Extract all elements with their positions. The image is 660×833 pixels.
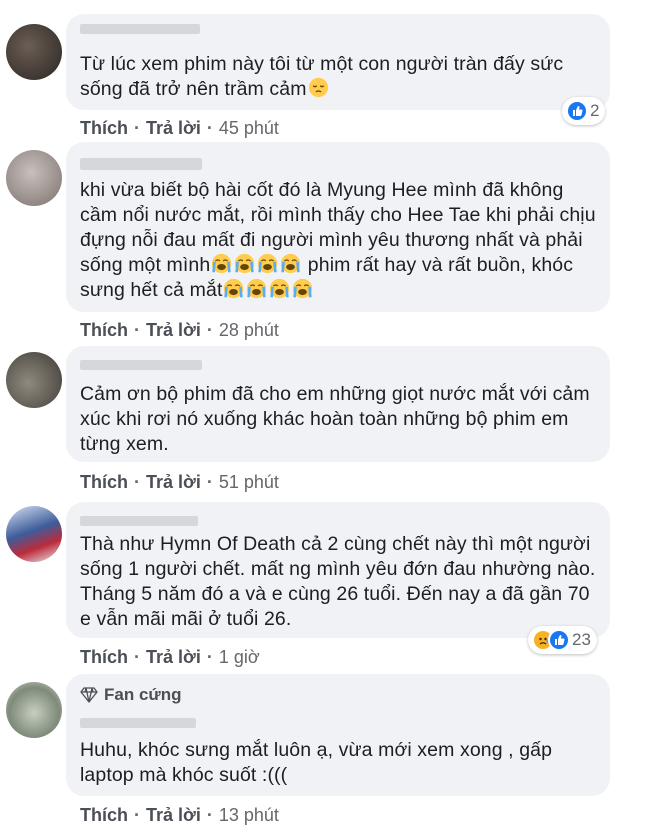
timestamp[interactable]: 13 phút [219, 805, 279, 826]
like-reaction-icon [548, 629, 570, 651]
badge-label: Fan cứng [104, 685, 182, 704]
comment-actions: Thích · Trả lời · 28 phút [80, 318, 279, 342]
commenter-name-redacted [80, 24, 200, 34]
separator: · [206, 117, 213, 138]
avatar[interactable] [6, 352, 62, 408]
diamond-icon [80, 687, 98, 703]
commenter-name-redacted [80, 718, 196, 728]
avatar[interactable] [6, 150, 62, 206]
like-reaction-icon [566, 100, 588, 122]
separator: · [134, 117, 140, 138]
loudly-crying-face-icon [257, 253, 279, 274]
comment-text: Từ lúc xem phim này tôi từ một con người… [80, 53, 564, 100]
like-button[interactable]: Thích [80, 805, 128, 826]
separator: · [134, 804, 140, 825]
avatar[interactable] [6, 506, 62, 562]
reaction-summary[interactable]: 2 [562, 97, 606, 125]
like-button[interactable]: Thích [80, 118, 128, 139]
commenter-name-redacted [80, 516, 198, 526]
comment-text: Thà như Hymn Of Death cả 2 cùng chết này… [80, 533, 596, 630]
comment-bubble: khi vừa biết bộ hài cốt đó là Myung Hee … [66, 142, 610, 312]
like-button[interactable]: Thích [80, 320, 128, 341]
loudly-crying-face-icon [280, 253, 302, 274]
like-button[interactable]: Thích [80, 472, 128, 493]
separator: · [134, 319, 140, 340]
comment-actions: Thích · Trả lời · 45 phút [80, 116, 279, 140]
loudly-crying-face-icon [211, 253, 233, 274]
reply-button[interactable]: Trả lời [146, 320, 201, 341]
reply-button[interactable]: Trả lời [146, 472, 201, 493]
commenter-name-redacted [80, 158, 202, 170]
commenter-name-redacted [80, 360, 202, 370]
timestamp[interactable]: 1 giờ [219, 647, 260, 668]
separator: · [134, 471, 140, 492]
comment-bubble: Từ lúc xem phim này tôi từ một con người… [66, 14, 610, 110]
loudly-crying-face-icon [223, 278, 245, 299]
separator: · [134, 646, 140, 667]
reaction-count: 2 [590, 101, 600, 120]
reply-button[interactable]: Trả lời [146, 805, 201, 826]
avatar[interactable] [6, 682, 62, 738]
top-fan-badge[interactable]: Fan cứng [80, 685, 181, 705]
loudly-crying-face-icon [292, 278, 314, 299]
reaction-count: 23 [572, 630, 591, 649]
timestamp[interactable]: 51 phút [219, 472, 279, 493]
separator: · [206, 319, 213, 340]
pensive-face-icon [308, 77, 328, 98]
separator: · [206, 471, 213, 492]
separator: · [206, 804, 213, 825]
separator: · [206, 646, 213, 667]
timestamp[interactable]: 45 phút [219, 118, 279, 139]
reply-button[interactable]: Trả lời [146, 118, 201, 139]
comment-text: Cảm ơn bộ phim đã cho em những giọt nước… [80, 383, 590, 455]
comment-text: khi vừa biết bộ hài cốt đó là Myung Hee … [80, 179, 596, 301]
timestamp[interactable]: 28 phút [219, 320, 279, 341]
comment-actions: Thích · Trả lời · 51 phút [80, 470, 279, 494]
comment-actions: Thích · Trả lời · 13 phút [80, 803, 279, 827]
comment-bubble: Fan cứng Huhu, khóc sưng mắt luôn ạ, vừa… [66, 674, 610, 796]
comment-bubble: Thà như Hymn Of Death cả 2 cùng chết này… [66, 502, 610, 638]
like-button[interactable]: Thích [80, 647, 128, 668]
loudly-crying-face-icon [234, 253, 256, 274]
avatar[interactable] [6, 24, 62, 80]
comment-bubble: Cảm ơn bộ phim đã cho em những giọt nước… [66, 346, 610, 462]
loudly-crying-face-icon [246, 278, 268, 299]
loudly-crying-face-icon [269, 278, 291, 299]
reply-button[interactable]: Trả lời [146, 647, 201, 668]
reaction-summary[interactable]: 23 [528, 626, 597, 654]
comment-actions: Thích · Trả lời · 1 giờ [80, 645, 260, 669]
comment-text: Huhu, khóc sưng mắt luôn ạ, vừa mới xem … [80, 739, 553, 786]
